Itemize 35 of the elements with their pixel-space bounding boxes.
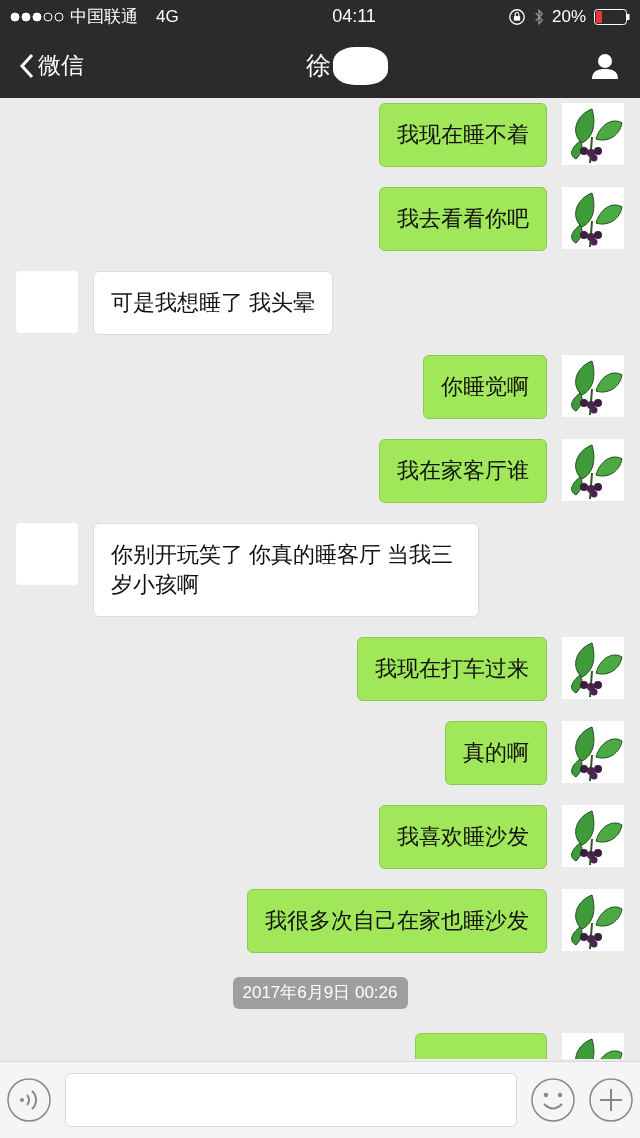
redaction-mark <box>333 46 388 85</box>
clock: 04:11 <box>331 5 377 28</box>
leaf-avatar[interactable] <box>562 187 624 249</box>
leaf-avatar[interactable] <box>562 721 624 783</box>
leaf-avatar[interactable] <box>562 439 624 501</box>
battery-icon <box>594 8 630 25</box>
message-bubble[interactable]: 我喜欢睡沙发 <box>379 805 547 869</box>
leaf-avatar[interactable] <box>562 355 624 417</box>
message-input[interactable] <box>65 1073 517 1127</box>
message-bubble[interactable]: 可是我想睡了 我头晕 <box>93 271 334 335</box>
message-bubble[interactable]: 我去看看你吧 <box>379 187 547 251</box>
network-type: 4G <box>156 5 179 28</box>
signal-icon <box>10 11 64 22</box>
message-bubble[interactable]: 你别开玩笑了 你真的睡客厅 当我三岁小孩啊 <box>93 523 479 617</box>
message-bubble[interactable]: 我很多次自己在家也睡沙发 <box>247 889 547 953</box>
voice-icon[interactable] <box>7 1078 51 1122</box>
leaf-avatar[interactable] <box>562 637 624 699</box>
rotation-lock-icon <box>507 7 526 26</box>
leaf-avatar[interactable] <box>562 103 624 165</box>
message-bubble[interactable]: 我在家客厅谁 <box>379 439 547 503</box>
battery-percent: 20% <box>551 5 586 28</box>
message-bubble[interactable]: 我现在睡不着 <box>379 103 547 167</box>
leaf-avatar[interactable] <box>562 805 624 867</box>
back-icon <box>20 52 34 79</box>
message-bubble[interactable]: 真的啊 <box>445 721 547 785</box>
message-bubble[interactable]: 你睡觉啊 <box>423 355 547 419</box>
back-button[interactable]: 微信 <box>20 48 84 83</box>
plus-icon[interactable] <box>589 1078 633 1122</box>
leaf-avatar[interactable] <box>562 889 624 951</box>
bluetooth-icon <box>533 7 544 26</box>
emoji-icon[interactable] <box>531 1078 575 1122</box>
timestamp: 2017年6月9日 00:26 <box>232 977 408 1009</box>
message-bubble[interactable]: 我现在打车过来 <box>357 637 547 701</box>
carrier: 中国联通 <box>70 5 138 28</box>
chat-title: 徐 <box>306 49 331 81</box>
